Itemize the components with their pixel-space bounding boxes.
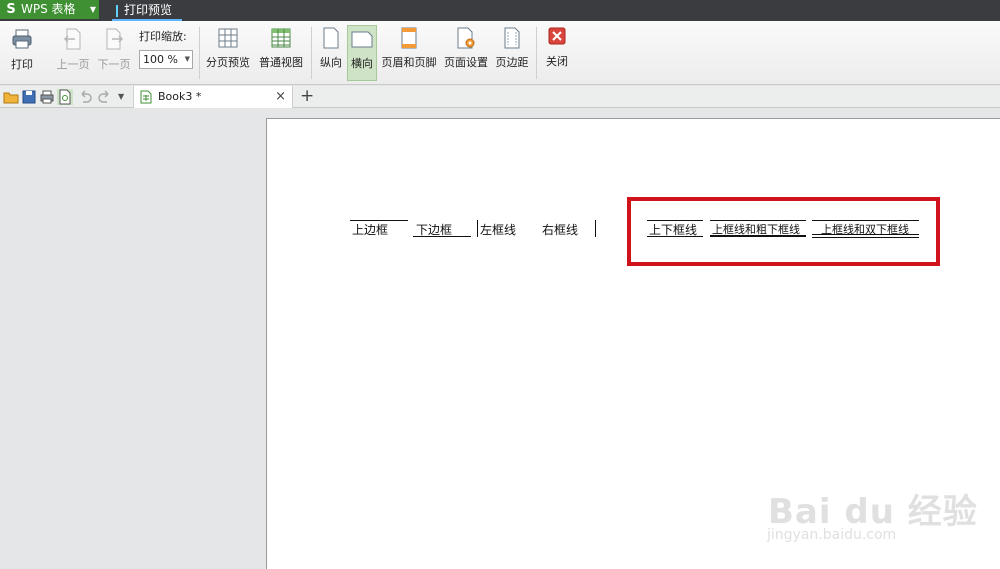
normal-view-label: 普通视图 [259, 56, 303, 69]
redo-icon[interactable] [97, 89, 113, 105]
header-footer-icon [401, 27, 417, 49]
close-tab-icon[interactable]: × [275, 86, 286, 108]
ribbon-toolbar: 打印 上一页 下一页 打印缩放: 100 % ▼ 分页预览 普通视图 纵向 横向… [0, 21, 1000, 85]
normal-view-button[interactable]: 普通视图 [256, 25, 306, 81]
highlight-box [627, 197, 940, 266]
tab-print-preview[interactable]: 打印预览 [112, 1, 182, 21]
portrait-label: 纵向 [320, 56, 342, 69]
chevron-down-icon: ▼ [89, 5, 96, 14]
print-button[interactable]: 打印 [4, 25, 40, 81]
bottom-border-line [413, 236, 471, 237]
cell-top-border: 上边框 [352, 223, 389, 237]
document-tab-bar: ▼ Book3 * × + [0, 86, 1000, 108]
zoom-select[interactable]: 100 % ▼ [139, 50, 193, 69]
normal-view-icon [271, 28, 291, 48]
portrait-icon [323, 27, 339, 49]
separator [311, 27, 312, 79]
zoom-value: 100 % [143, 53, 178, 66]
landscape-button[interactable]: 横向 [347, 25, 377, 81]
add-tab-icon[interactable]: + [300, 86, 314, 107]
chevron-down-icon: ▼ [184, 55, 190, 63]
next-page-label: 下一页 [97, 58, 131, 71]
margins-button[interactable]: 页边距 [493, 25, 531, 81]
page-break-preview-button[interactable]: 分页预览 [204, 25, 252, 81]
landscape-label: 横向 [351, 57, 373, 70]
left-pane [0, 109, 266, 569]
page-setup-label: 页面设置 [444, 56, 488, 69]
close-label: 关闭 [546, 55, 568, 68]
separator [536, 27, 537, 79]
page-setup-icon [457, 27, 475, 49]
prev-page-button[interactable]: 上一页 [54, 25, 92, 81]
margins-icon [504, 27, 520, 49]
title-bar: S WPS 表格 ▼ 打印预览 [0, 0, 1000, 21]
print-preview-icon[interactable] [57, 89, 73, 105]
header-footer-button[interactable]: 页眉和页脚 [380, 25, 438, 81]
prev-page-label: 上一页 [56, 58, 90, 71]
wps-menu-button[interactable]: S WPS 表格 ▼ [0, 0, 99, 19]
tab-book3[interactable]: Book3 * × [133, 86, 293, 108]
open-folder-icon[interactable] [3, 89, 19, 105]
next-page-icon [106, 28, 124, 50]
tab-label: Book3 * [158, 90, 202, 103]
app-name: WPS 表格 [21, 2, 76, 16]
zoom-label: 打印缩放: [139, 30, 187, 43]
prev-page-icon [63, 28, 81, 50]
undo-icon[interactable] [77, 89, 93, 105]
wps-window: S WPS 表格 ▼ 打印预览 打印 上一页 下一页 打印缩放: 100 % ▼… [0, 0, 1000, 569]
top-border-line [350, 220, 408, 221]
chevron-down-icon[interactable]: ▼ [118, 89, 134, 105]
cell-right-border: 右框线 [542, 223, 579, 237]
printer-icon [12, 29, 32, 49]
margins-label: 页边距 [495, 56, 529, 69]
print-label: 打印 [11, 58, 33, 71]
save-icon[interactable] [21, 89, 37, 105]
close-preview-button[interactable]: 关闭 [541, 25, 573, 81]
left-border-line [477, 220, 478, 237]
page-break-preview-label: 分页预览 [206, 56, 250, 69]
cell-left-border: 左框线 [480, 223, 517, 237]
wps-logo-icon: S [6, 2, 16, 17]
watermark-url: jingyan.baidu.com [767, 527, 897, 543]
page-setup-button[interactable]: 页面设置 [441, 25, 491, 81]
baidu-watermark: Bai du 经验 [768, 492, 978, 532]
next-page-button[interactable]: 下一页 [95, 25, 133, 81]
close-icon [548, 27, 566, 45]
print-icon[interactable] [39, 89, 55, 105]
page-gap [266, 109, 1000, 118]
header-footer-label: 页眉和页脚 [381, 56, 437, 69]
separator [199, 27, 200, 79]
portrait-button[interactable]: 纵向 [316, 25, 346, 81]
page-break-preview-icon [218, 28, 238, 48]
tab-label: 打印预览 [124, 3, 173, 17]
spreadsheet-icon [140, 90, 152, 104]
right-border-line [595, 220, 596, 237]
landscape-icon [351, 31, 373, 48]
